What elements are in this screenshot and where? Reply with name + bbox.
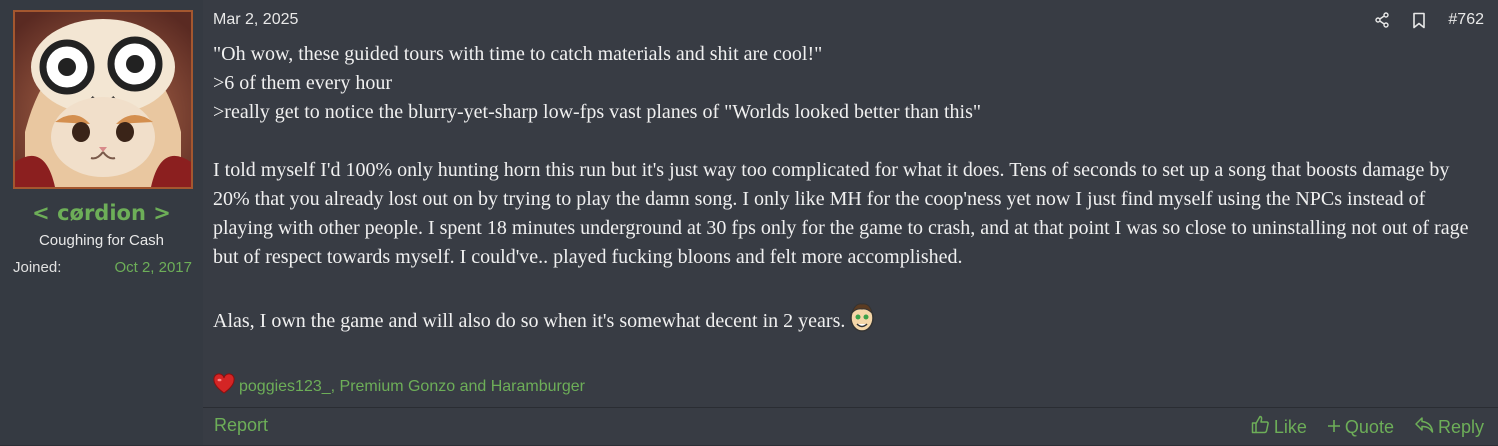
like-label: Like — [1273, 416, 1307, 437]
reactions-list[interactable]: poggies123_, Premium Gonzo and Haramburg… — [239, 378, 585, 396]
user-title: Coughing for Cash — [38, 232, 165, 249]
username[interactable]: < cørdion > — [0, 201, 203, 225]
forum-post: < cørdion > Coughing for Cash Joined: Oc… — [0, 0, 1498, 445]
post-footer: Report Like Quote Reply — [203, 407, 1498, 446]
reply-label: Reply — [1437, 416, 1484, 437]
post-line: >6 of them every hour — [213, 72, 393, 94]
report-link[interactable]: Report — [214, 415, 268, 436]
post-line: "Oh wow, these guided tours with time to… — [213, 43, 823, 65]
post-main: Mar 2, 2025 #762 "Oh wow, these guided t… — [203, 0, 1498, 445]
like-button[interactable]: Like — [1251, 415, 1307, 439]
post-actions: Like Quote Reply — [1251, 415, 1484, 439]
paragraph-break — [213, 272, 1488, 301]
quote-label: Quote — [1344, 416, 1394, 437]
joined-date: Oct 2, 2017 — [114, 259, 192, 276]
avatar-image — [15, 12, 191, 187]
post-line: >really get to notice the blurry-yet-sha… — [213, 101, 982, 123]
user-info-panel: < cørdion > Coughing for Cash Joined: Oc… — [0, 0, 203, 445]
share-icon[interactable] — [1374, 12, 1390, 28]
post-number[interactable]: #762 — [1448, 11, 1484, 29]
post-date[interactable]: Mar 2, 2025 — [213, 11, 298, 29]
quote-button[interactable]: Quote — [1327, 415, 1394, 439]
paragraph-break — [213, 127, 1488, 156]
reactions-bar[interactable]: poggies123_, Premium Gonzo and Haramburg… — [213, 373, 585, 400]
user-avatar[interactable] — [13, 10, 193, 189]
plus-icon — [1327, 417, 1341, 438]
post-line: Alas, I own the game and will also do so… — [213, 310, 846, 332]
reply-button[interactable]: Reply — [1414, 415, 1484, 439]
post-paragraph-last: Alas, I own the game and will also do so… — [213, 301, 1488, 342]
thumbs-up-icon — [1251, 415, 1270, 439]
heart-icon — [213, 373, 235, 400]
joined-label: Joined: — [13, 259, 62, 276]
post-paragraph: I told myself I'd 100% only hunting horn… — [213, 159, 1469, 268]
bookmark-icon[interactable] — [1412, 12, 1426, 29]
reply-arrow-icon — [1414, 416, 1434, 439]
grinning-face-emoji — [849, 301, 875, 342]
post-body: "Oh wow, these guided tours with time to… — [213, 40, 1488, 342]
post-tools: #762 — [1374, 11, 1484, 29]
